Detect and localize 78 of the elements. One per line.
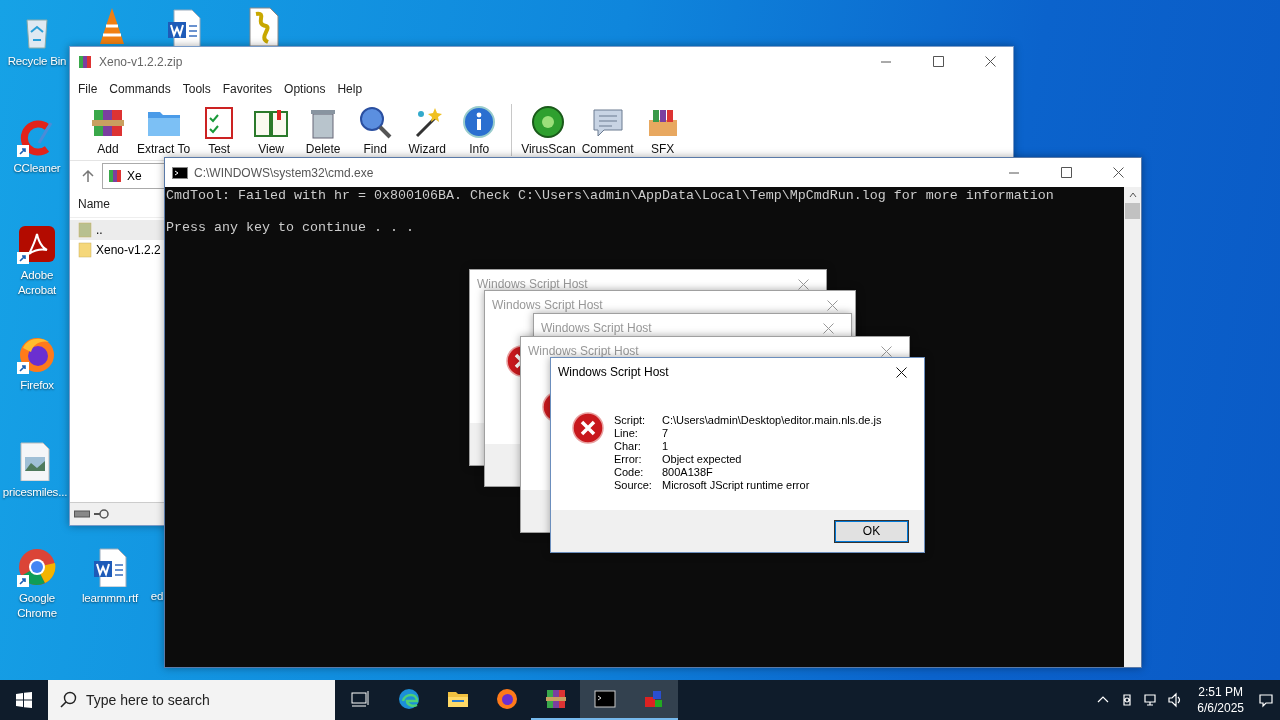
window-title: C:\WINDOWS\system32\cmd.exe [194,165,375,180]
dialog-title: Windows Script Host [541,321,653,335]
taskbar-app-button[interactable] [580,680,629,720]
virus-tool-icon [530,104,567,140]
windows-logo-icon [16,692,32,708]
minimize-icon [881,60,891,63]
toolbar-button[interactable]: Delete [297,104,350,156]
toolbar-button[interactable]: VirusScan [518,104,579,156]
window-title: Xeno-v1.2.2.zip [99,54,184,69]
field-label: Line: [614,427,639,440]
close-icon [822,322,834,334]
field-label: Script: [614,414,647,427]
field-label: Code: [614,466,645,479]
scrollbar-thumb[interactable] [1125,203,1140,219]
field-value: Microsoft JScript runtime error [662,479,811,492]
maximize-icon [1060,167,1072,178]
notification-icon[interactable] [1258,692,1274,708]
info-tool-icon [461,104,498,140]
clock-time[interactable]: 2:51 PM [1198,684,1243,700]
menu-item[interactable]: Commands [103,80,177,98]
toolbar-button[interactable]: Add [82,104,134,156]
console-icon [172,166,188,179]
field-value: 1 [662,440,670,453]
acrobat-icon[interactable] [17,224,57,264]
dialog-title: Windows Script Host [477,277,589,291]
chrome-icon[interactable] [17,547,57,587]
error-icon [572,412,604,444]
field-label: Error: [614,453,643,466]
clock-date[interactable]: 6/6/2025 [1197,700,1244,716]
toolbar-button[interactable]: Wizard [401,104,454,156]
file-row[interactable]: Xeno-v1.2.2 [70,240,165,260]
toolbar-button[interactable]: Test [193,104,246,156]
close-icon [1112,167,1124,178]
menu-item[interactable]: Tools [176,80,217,98]
toolbar-button[interactable]: Comment [578,104,637,156]
search-field[interactable]: Type here to search [48,680,335,720]
close-icon [880,345,892,357]
field-value: 7 [662,427,670,440]
file-row[interactable]: .. [70,220,165,240]
field-label: Char: [614,440,642,453]
menu-item[interactable]: Favorites [216,80,279,98]
toolbar-button[interactable]: Extract To [134,104,194,156]
field-label: Source: [614,479,653,492]
toolbar-button[interactable]: Info [453,104,506,156]
drive-icon [74,510,90,518]
up-arrow-icon[interactable] [82,169,94,183]
archiver-app-icon [543,687,568,711]
console-app-icon [592,687,617,711]
menu-item[interactable]: Options [278,80,332,98]
field-value: C:\Users\admin\Desktop\editor.main.nls.de.js [662,414,882,427]
key-icon [93,509,109,519]
dialog-title: Windows Script Host [492,298,604,312]
archiver-app-icon [77,53,93,70]
ok-button[interactable]: OK [834,519,909,543]
close-icon [895,366,907,378]
search-icon [60,691,78,709]
toolbar-button[interactable]: SFX [636,104,689,156]
folder-icon [78,242,92,258]
find-tool-icon [357,104,394,140]
field-value: 800A138F [662,466,714,479]
console-line: CmdTool: Failed with hr = 0x800106BA. Check C:\Users\admin\AppData\Local\Temp\MpCmdRun.log for more information [166,188,1055,204]
dialog-title: Windows Script Host [558,365,670,379]
archive-icon [107,168,123,184]
toolbar-button[interactable]: Find [349,104,402,156]
menu-item[interactable]: Help [331,80,369,98]
field-value: Object expected [662,453,743,466]
minimize-icon [1009,171,1019,174]
toolbar-button[interactable]: View [245,104,298,156]
dialog-title: Windows Script Host [528,344,640,358]
close-icon [984,56,996,67]
console-line: Press any key to continue . . . [166,220,415,236]
close-icon [826,299,838,311]
firefox-app-icon [494,687,519,711]
edge-app-icon [396,687,421,711]
maximize-icon [932,56,944,67]
folder-icon [78,222,92,238]
task-view-icon [349,690,370,708]
menu-item[interactable]: File [72,80,104,98]
